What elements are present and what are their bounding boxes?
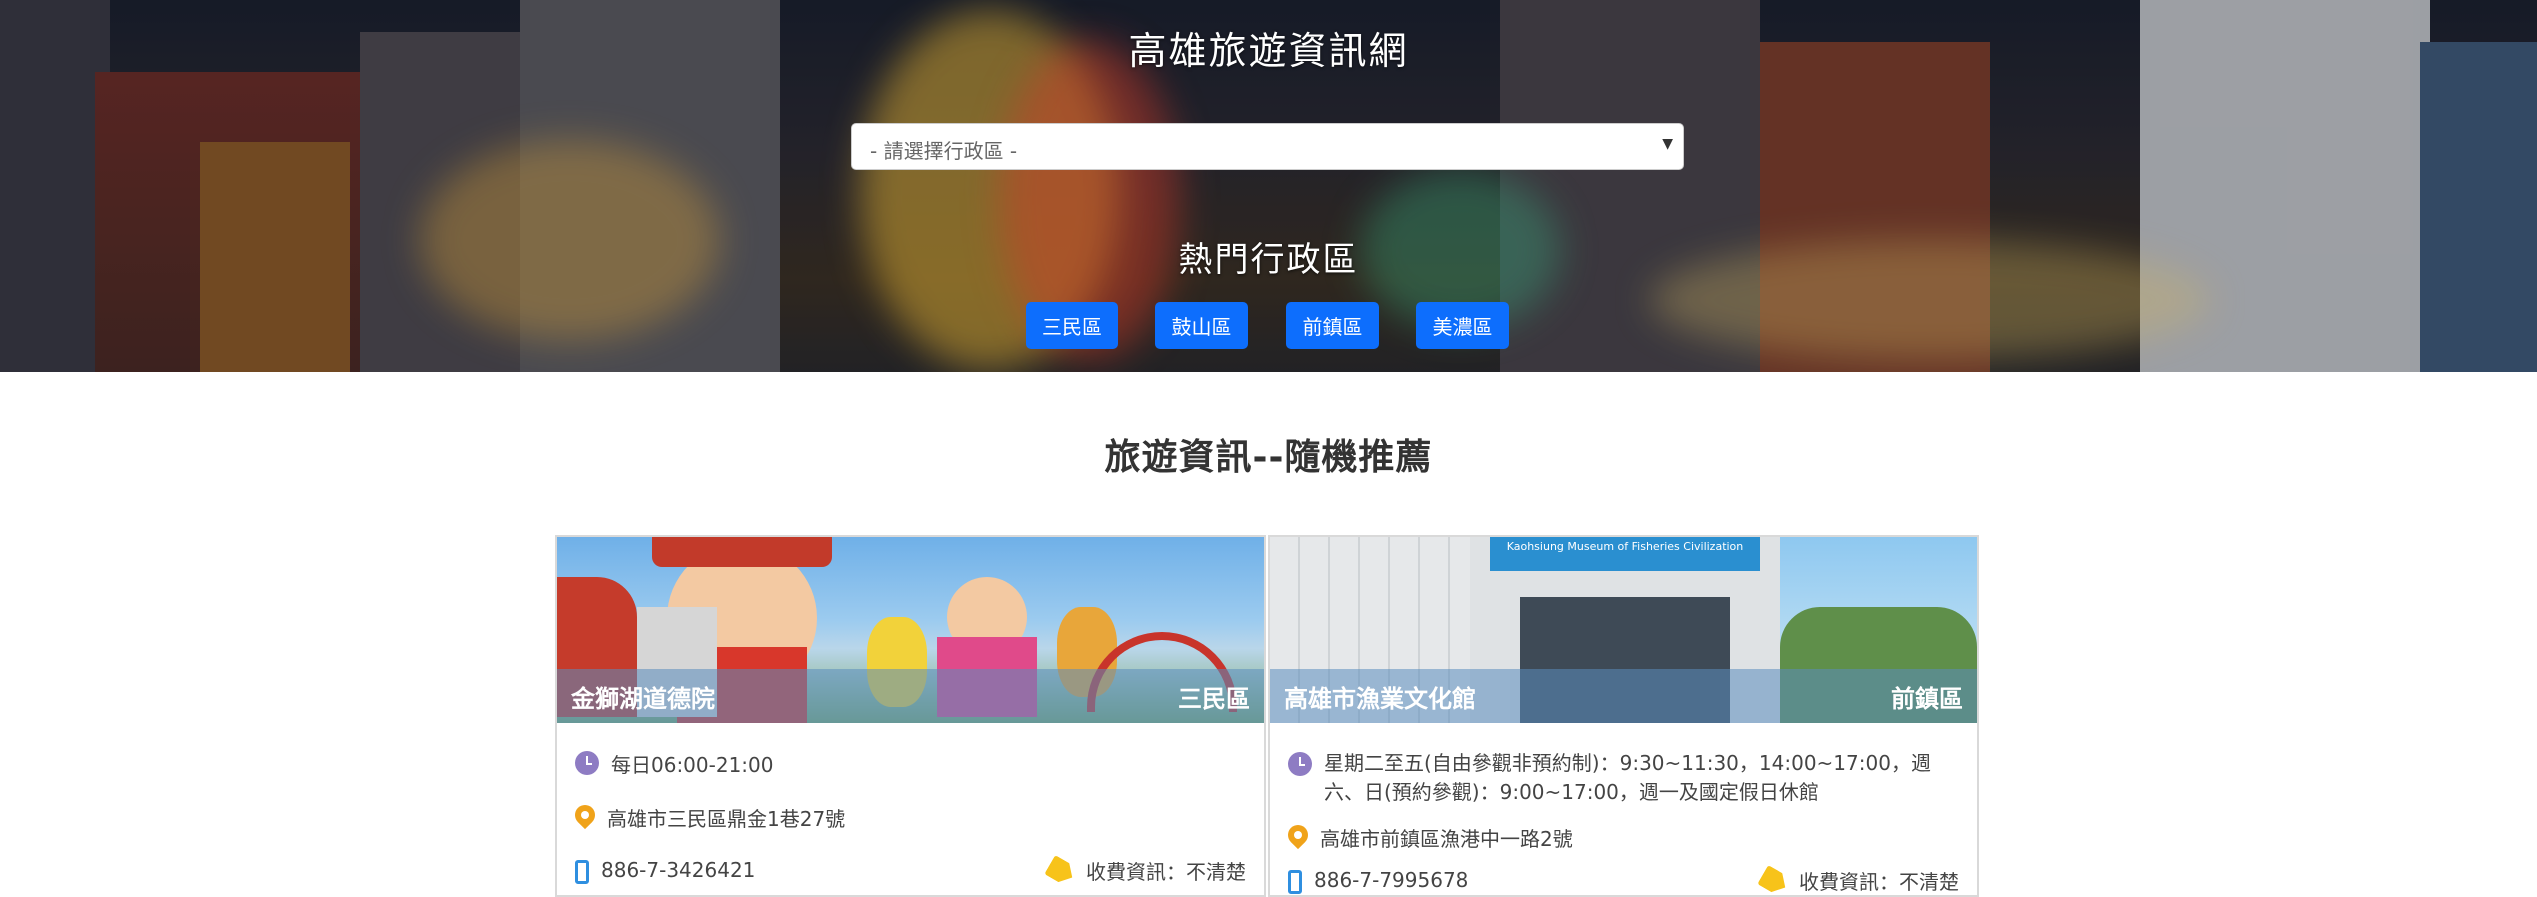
district-button-sanmin[interactable]: 三民區 [1026, 302, 1118, 349]
fee-info: 收費資訊：不清楚 [1048, 856, 1246, 885]
card-title-bar: 金獅湖道德院 三民區 [557, 669, 1264, 723]
clock-icon [1288, 752, 1312, 776]
attraction-district: 三民區 [1178, 684, 1250, 713]
price-tag-icon [1044, 854, 1078, 886]
fee-info: 收費資訊：不清楚 [1761, 866, 1959, 895]
district-button-gushan[interactable]: 鼓山區 [1155, 302, 1248, 349]
address-text: 高雄市三民區鼎金1巷27號 [607, 807, 846, 831]
phone-icon [575, 860, 589, 884]
card-title-bar: 高雄市漁業文化館 前鎮區 [1270, 669, 1977, 723]
attraction-card[interactable]: Kaohsiung Museum of Fisheries Civilizati… [1268, 535, 1979, 897]
hot-districts-title: 熱門行政區 [1178, 240, 1359, 280]
address: 高雄市前鎮區漁港中一路2號 [1283, 820, 1573, 852]
museum-sign: Kaohsiung Museum of Fisheries Civilizati… [1490, 537, 1760, 571]
attraction-name[interactable]: 高雄市漁業文化館 [1284, 679, 1476, 714]
map-pin-icon [1283, 820, 1313, 850]
phone-text: 886-7-7995678 [1314, 868, 1469, 892]
district-button-qianzhen[interactable]: 前鎮區 [1286, 302, 1379, 349]
phone-text: 886-7-3426421 [601, 858, 756, 882]
fee-text: 收費資訊：不清楚 [1799, 870, 1959, 894]
district-button-meinong[interactable]: 美濃區 [1416, 302, 1509, 349]
map-pin-icon [570, 800, 600, 830]
phone: 886-7-3426421 [575, 858, 755, 884]
price-tag-icon [1757, 864, 1791, 896]
site-title: 高雄旅遊資訊網 [1128, 29, 1409, 73]
attraction-name[interactable]: 金獅湖道德院 [571, 679, 715, 714]
district-select-placeholder: - 請選擇行政區 - [870, 139, 1018, 163]
chevron-down-icon: ▼ [1662, 136, 1673, 152]
opening-hours: 每日06:00-21:00 [575, 749, 774, 778]
attraction-district: 前鎮區 [1891, 684, 1963, 713]
opening-hours: 星期二至五(自由參觀非預約制)：9:30~11:30，14:00~17:00，週… [1288, 749, 1968, 807]
district-select[interactable]: - 請選擇行政區 - ▼ [851, 123, 1684, 170]
lantern-figure [652, 537, 832, 567]
opening-hours-text: 星期二至五(自由參觀非預約制)：9:30~11:30，14:00~17:00，週… [1324, 751, 1931, 804]
fee-text: 收費資訊：不清楚 [1086, 860, 1246, 884]
phone-icon [1288, 870, 1302, 894]
section-title: 旅遊資訊--隨機推薦 [1104, 437, 1433, 478]
phone: 886-7-7995678 [1288, 868, 1468, 894]
opening-hours-text: 每日06:00-21:00 [611, 753, 774, 777]
address: 高雄市三民區鼎金1巷27號 [570, 800, 846, 832]
address-text: 高雄市前鎮區漁港中一路2號 [1320, 827, 1573, 851]
hero-banner: 高雄旅遊資訊網 - 請選擇行政區 - ▼ 熱門行政區 三民區 鼓山區 前鎮區 美… [0, 0, 2537, 372]
clock-icon [575, 751, 599, 775]
museum-sign-text: Kaohsiung Museum of Fisheries Civilizati… [1506, 540, 1744, 553]
attraction-card[interactable]: 金獅湖道德院 三民區 每日06:00-21:00 高雄市三民區鼎金1巷27號 8… [555, 535, 1266, 897]
